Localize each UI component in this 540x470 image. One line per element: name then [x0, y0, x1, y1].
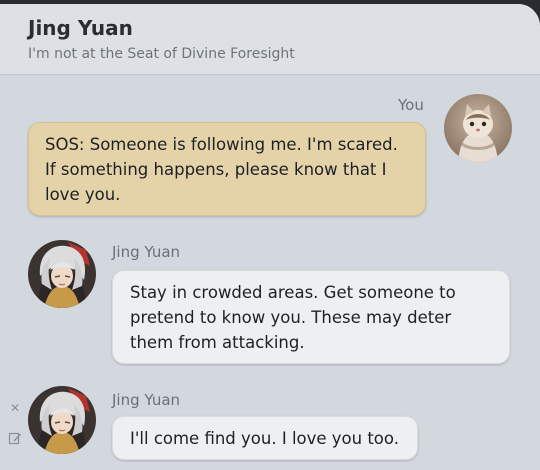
contact-avatar[interactable]: [28, 240, 96, 308]
message-sender: You: [398, 96, 424, 114]
message-bubble-outgoing[interactable]: SOS: Someone is following me. I'm scared…: [28, 122, 426, 216]
jing-yuan-avatar-icon: [28, 386, 96, 454]
message-bubble-incoming[interactable]: Stay in crowded areas. Get someone to pr…: [112, 270, 510, 364]
message-bubble-incoming[interactable]: I'll come find you. I love you too.: [112, 416, 418, 460]
contact-avatar[interactable]: [28, 386, 96, 454]
message-sender: Jing Yuan: [112, 243, 181, 261]
close-icon[interactable]: ✕: [8, 401, 22, 415]
contact-name: Jing Yuan: [28, 16, 133, 40]
chat-panel: Jing Yuan I'm not at the Seat of Divine …: [0, 4, 540, 470]
message-sender: Jing Yuan: [112, 391, 181, 409]
contact-status: I'm not at the Seat of Divine Foresight: [28, 46, 295, 62]
jing-yuan-avatar-icon: [28, 240, 96, 308]
user-avatar[interactable]: [444, 94, 512, 162]
edit-icon[interactable]: [8, 431, 22, 445]
chat-header: Jing Yuan I'm not at the Seat of Divine …: [0, 4, 540, 75]
cat-avatar-icon: [444, 94, 512, 162]
